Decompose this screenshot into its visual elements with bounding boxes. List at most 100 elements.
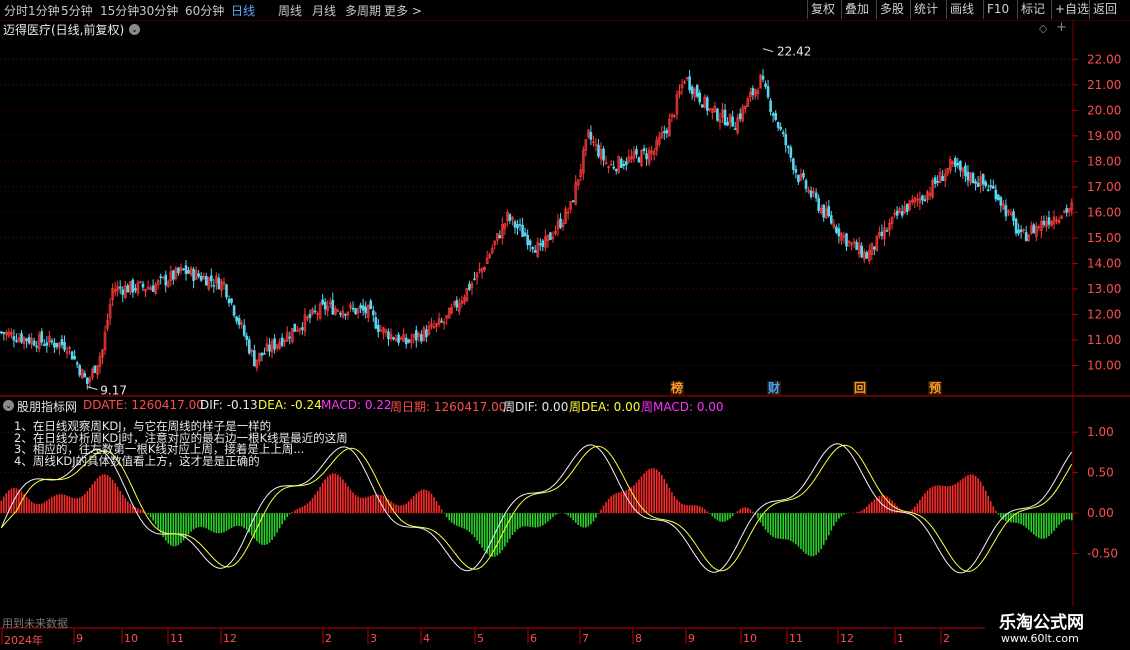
candle [503, 222, 507, 236]
candle [923, 195, 927, 202]
candle [144, 288, 147, 298]
candle-body [468, 283, 471, 290]
candle-body [941, 175, 944, 181]
candle [731, 110, 734, 127]
candle [832, 219, 836, 230]
time-label-5: 2 [325, 632, 332, 645]
candle [204, 272, 208, 286]
candle [50, 338, 54, 345]
candle-body [802, 172, 805, 178]
candle [1009, 208, 1013, 217]
candle-body [845, 233, 848, 247]
candle [377, 319, 380, 338]
candle [197, 270, 200, 279]
candle-body [20, 333, 23, 343]
candle [842, 231, 846, 244]
candle [516, 220, 519, 236]
candle-body [738, 113, 742, 120]
time-label-1: 9 [76, 632, 83, 645]
candle [511, 216, 514, 226]
candle [680, 78, 684, 95]
candle-body [126, 285, 130, 293]
candle-body [645, 153, 648, 160]
candle [749, 87, 752, 102]
event-marker-2[interactable]: 回 [853, 381, 868, 395]
price-tick-label: 22.00 [1087, 52, 1121, 66]
candle-body [0, 331, 3, 334]
candle [625, 157, 628, 171]
candle [493, 240, 497, 250]
candle [617, 155, 621, 174]
candle-body [75, 362, 79, 365]
candle [91, 367, 94, 381]
candle [432, 320, 436, 329]
candle [961, 167, 965, 179]
candle [670, 113, 674, 123]
candle [804, 178, 808, 193]
candle-body [538, 243, 542, 246]
candle-body [981, 173, 985, 185]
candle [275, 343, 279, 352]
candle [513, 219, 517, 234]
candle [597, 139, 600, 159]
candle [584, 139, 588, 157]
candle [270, 338, 274, 359]
candle [483, 265, 486, 273]
candle-body [498, 235, 502, 239]
indicator-value-0: DDATE: 1260417.00 [83, 398, 204, 412]
candle [146, 280, 150, 290]
candle [647, 146, 651, 167]
chart-canvas[interactable]: 22.0021.0020.0019.0018.0017.0016.0015.00… [0, 0, 1130, 650]
candle-body [905, 203, 909, 212]
event-marker-3[interactable]: 预 [928, 381, 943, 395]
candle [668, 113, 671, 137]
candle-body [860, 245, 863, 258]
candle [490, 244, 494, 255]
price-tick-label: 11.00 [1087, 333, 1121, 347]
candle [187, 266, 190, 275]
candle-body [526, 234, 529, 246]
candle [551, 231, 555, 243]
candle-body [523, 232, 527, 237]
candle-body [662, 131, 666, 134]
candle [536, 237, 540, 259]
candle [531, 246, 535, 253]
candle-body [1042, 220, 1046, 225]
candle [880, 224, 884, 240]
candle [323, 297, 327, 316]
candle [389, 328, 393, 342]
candle-body [733, 128, 737, 131]
candle-body [199, 275, 203, 281]
indicator-dropdown-icon[interactable]: ⌄ [3, 400, 14, 411]
candle-body [63, 342, 66, 351]
candle [420, 330, 423, 344]
candle-body [235, 316, 238, 322]
candle-body [602, 148, 605, 161]
candle [614, 168, 618, 175]
candle [706, 95, 709, 116]
candle [918, 191, 922, 211]
candle [331, 292, 335, 315]
candle [106, 313, 109, 332]
candle [685, 76, 689, 81]
candle-body [280, 337, 284, 346]
candle-body [361, 305, 365, 311]
indicator-note-3: 4、周线KDJ的具体数值看上方，这才是是正确的 [14, 453, 260, 468]
event-marker-0[interactable]: 榜 [670, 381, 685, 395]
candle [86, 377, 89, 390]
time-label-3: 11 [170, 632, 184, 645]
candle [83, 370, 87, 378]
candle [1042, 215, 1046, 228]
indicator-name[interactable]: 股朋指标网 [17, 398, 77, 415]
candle-body [182, 268, 185, 271]
time-label-7: 4 [423, 632, 430, 645]
candle [336, 308, 340, 312]
candle [280, 333, 284, 348]
candle-body [230, 298, 233, 303]
candle-body [86, 377, 89, 384]
candle [938, 167, 942, 184]
candle [875, 235, 879, 252]
event-marker-1[interactable]: 财 [767, 381, 782, 395]
candle [199, 271, 203, 282]
candle [946, 167, 950, 177]
